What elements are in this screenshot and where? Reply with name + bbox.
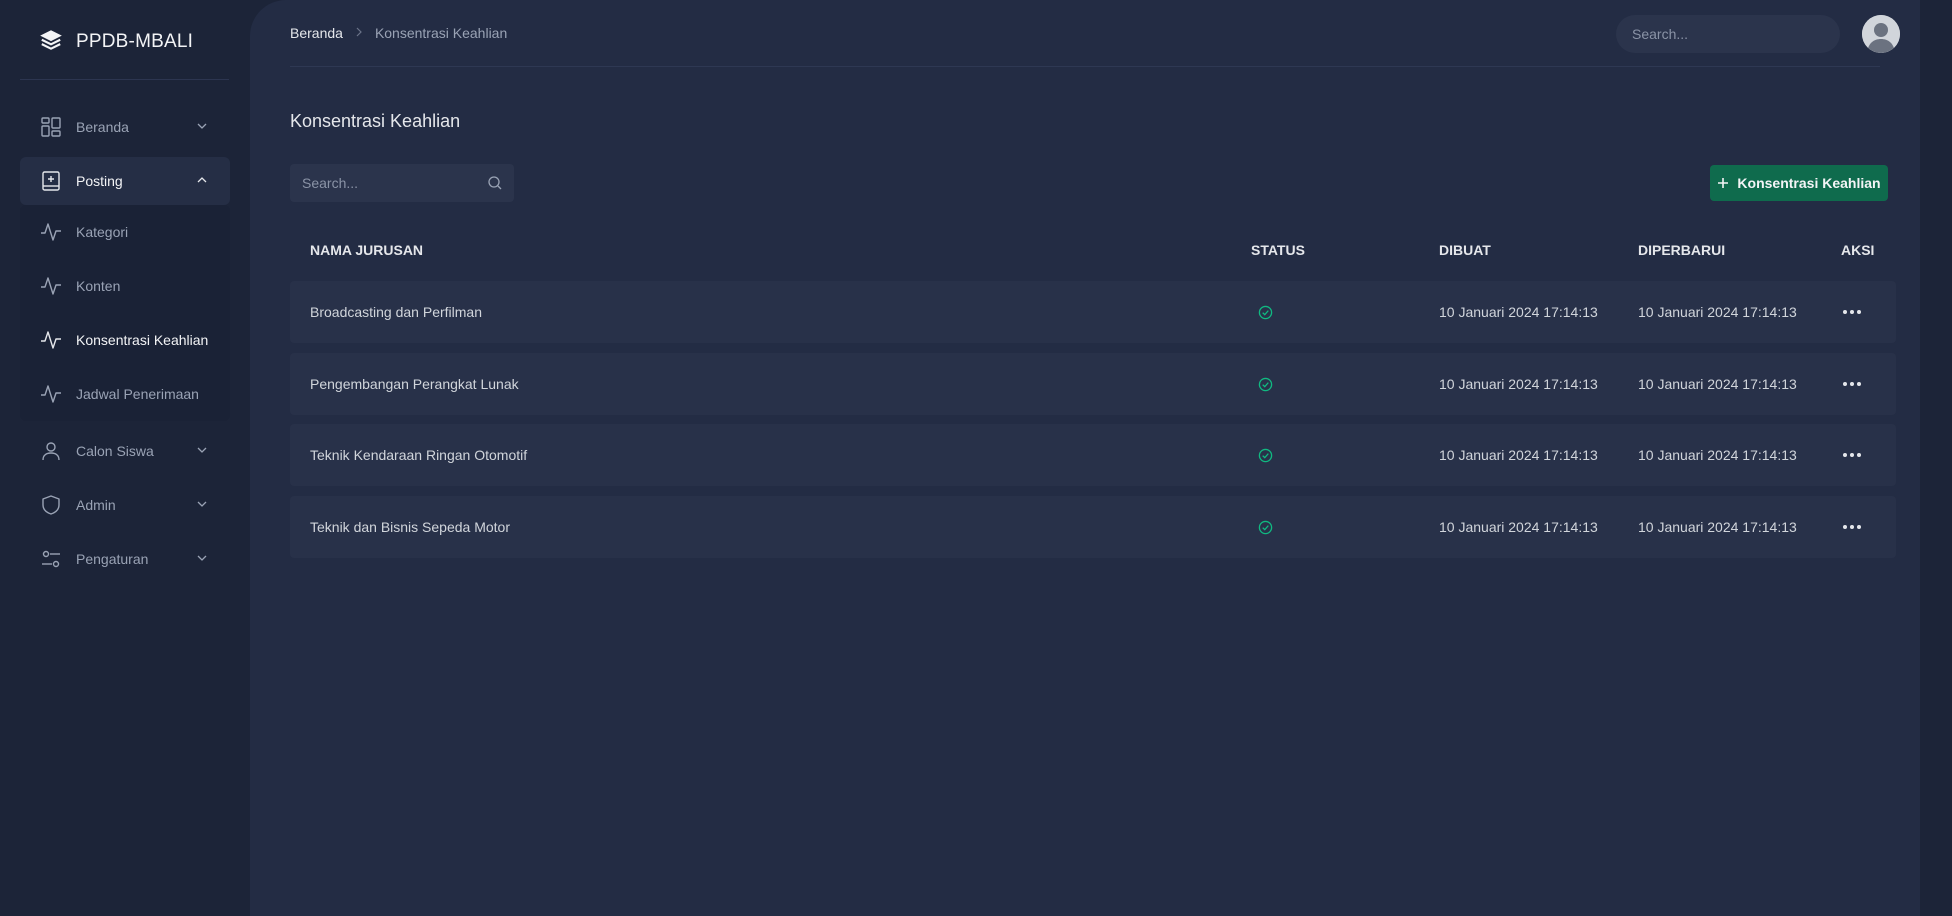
sidebar-item-label: Konsentrasi Keahlian	[76, 332, 209, 348]
table-row: Teknik Kendaraan Ringan Otomotif 10 Janu…	[290, 424, 1896, 486]
plus-icon	[1718, 178, 1729, 188]
more-actions-button[interactable]	[1843, 353, 1861, 415]
table-row: Pengembangan Perangkat Lunak 10 Januari …	[290, 353, 1896, 415]
row-name: Teknik Kendaraan Ringan Otomotif	[310, 447, 528, 463]
status-active-icon	[1258, 353, 1273, 415]
sidebar-item-posting[interactable]: Posting	[20, 157, 230, 205]
column-header-aksi: AKSI	[1841, 242, 1875, 258]
row-created: 10 Januari 2024 17:14:13	[1439, 447, 1598, 463]
row-created: 10 Januari 2024 17:14:13	[1439, 304, 1598, 320]
sidebar-item-konten[interactable]: Konten	[20, 259, 230, 313]
activity-icon	[40, 329, 62, 351]
row-created: 10 Januari 2024 17:14:13	[1439, 376, 1598, 392]
activity-icon	[40, 221, 62, 243]
ellipsis-icon	[1843, 525, 1861, 529]
table-header: NAMA JURUSAN STATUS DIBUAT DIPERBARUI AK…	[290, 230, 1896, 270]
more-actions-button[interactable]	[1843, 496, 1861, 558]
row-name: Teknik dan Bisnis Sepeda Motor	[310, 519, 510, 535]
posting-submenu: Kategori Konten Konsentrasi Keahlian Jad…	[20, 205, 230, 421]
table-row: Teknik dan Bisnis Sepeda Motor 10 Januar…	[290, 496, 1896, 558]
row-name: Broadcasting dan Perfilman	[310, 304, 482, 320]
sidebar-item-calon-siswa[interactable]: Calon Siswa	[20, 427, 230, 475]
status-active-icon	[1258, 424, 1273, 486]
column-header-dibuat[interactable]: DIBUAT	[1439, 242, 1491, 258]
column-header-status[interactable]: STATUS	[1251, 242, 1305, 258]
more-actions-button[interactable]	[1843, 281, 1861, 343]
sidebar-item-label: Jadwal Penerimaan	[76, 386, 199, 402]
sidebar-divider	[20, 79, 229, 80]
user-avatar-icon	[1862, 15, 1900, 53]
chevron-down-icon	[197, 555, 207, 561]
book-plus-icon	[40, 170, 62, 192]
table-row: Broadcasting dan Perfilman 10 Januari 20…	[290, 281, 1896, 343]
sidebar-item-jadwal-penerimaan[interactable]: Jadwal Penerimaan	[20, 367, 230, 421]
user-icon	[40, 440, 62, 462]
status-active-icon	[1258, 281, 1273, 343]
breadcrumb-home-link[interactable]: Beranda	[290, 25, 343, 41]
more-actions-button[interactable]	[1843, 424, 1861, 486]
shield-icon	[40, 494, 62, 516]
sidebar-item-label: Konten	[76, 278, 121, 294]
sidebar-item-label: Calon Siswa	[76, 443, 154, 459]
sidebar-item-admin[interactable]: Admin	[20, 481, 230, 529]
avatar[interactable]	[1862, 15, 1900, 53]
page-title: Konsentrasi Keahlian	[290, 111, 461, 131]
row-created: 10 Januari 2024 17:14:13	[1439, 519, 1598, 535]
add-konsentrasi-button[interactable]: Konsentrasi Keahlian	[1710, 165, 1888, 201]
sliders-icon	[40, 548, 62, 570]
sidebar-nav: Beranda Posting Kategori Konten Konsentr…	[20, 103, 230, 589]
status-active-icon	[1258, 496, 1273, 558]
sidebar: PPDB-MBALI Beranda Posting Kategori Kont…	[0, 0, 250, 916]
column-header-nama-jurusan[interactable]: NAMA JURUSAN	[310, 242, 423, 258]
search-icon[interactable]	[488, 176, 502, 190]
activity-icon	[40, 275, 62, 297]
chevron-down-icon	[197, 123, 207, 129]
row-updated: 10 Januari 2024 17:14:13	[1638, 304, 1797, 320]
sidebar-item-label: Beranda	[76, 119, 129, 135]
sidebar-item-label: Pengaturan	[76, 551, 149, 567]
breadcrumb-current: Konsentrasi Keahlian	[374, 25, 508, 41]
brand-name: PPDB-MBALI	[76, 31, 194, 52]
row-updated: 10 Januari 2024 17:14:13	[1638, 519, 1797, 535]
chevron-down-icon	[197, 501, 207, 507]
table-search	[290, 164, 514, 202]
main-panel: Beranda Konsentrasi Keahlian Konsentrasi…	[250, 0, 1920, 916]
breadcrumb: Beranda Konsentrasi Keahlian	[290, 25, 507, 41]
header-search-input[interactable]	[1616, 15, 1840, 53]
ellipsis-icon	[1843, 453, 1861, 457]
row-name: Pengembangan Perangkat Lunak	[310, 376, 519, 392]
row-updated: 10 Januari 2024 17:14:13	[1638, 447, 1797, 463]
chevron-up-icon	[197, 177, 207, 183]
ellipsis-icon	[1843, 382, 1861, 386]
sidebar-item-beranda[interactable]: Beranda	[20, 103, 230, 151]
sidebar-item-pengaturan[interactable]: Pengaturan	[20, 535, 230, 583]
ellipsis-icon	[1843, 310, 1861, 314]
column-header-diperbarui[interactable]: DIPERBARUI	[1638, 242, 1725, 258]
activity-icon	[40, 383, 62, 405]
chevron-right-icon	[355, 26, 363, 40]
table-search-input[interactable]	[290, 164, 470, 202]
sidebar-item-label: Admin	[76, 497, 116, 513]
sidebar-item-kategori[interactable]: Kategori	[20, 205, 230, 259]
row-updated: 10 Januari 2024 17:14:13	[1638, 376, 1797, 392]
layers-logo-icon	[38, 27, 64, 58]
sidebar-item-label: Kategori	[76, 224, 129, 240]
sidebar-item-konsentrasi-keahlian[interactable]: Konsentrasi Keahlian	[20, 313, 230, 367]
brand[interactable]: PPDB-MBALI	[38, 28, 193, 56]
add-button-label: Konsentrasi Keahlian	[1737, 175, 1881, 191]
chevron-down-icon	[197, 447, 207, 453]
sidebar-item-label: Posting	[76, 173, 123, 189]
dashboard-icon	[40, 116, 62, 138]
header-divider	[290, 66, 1880, 67]
